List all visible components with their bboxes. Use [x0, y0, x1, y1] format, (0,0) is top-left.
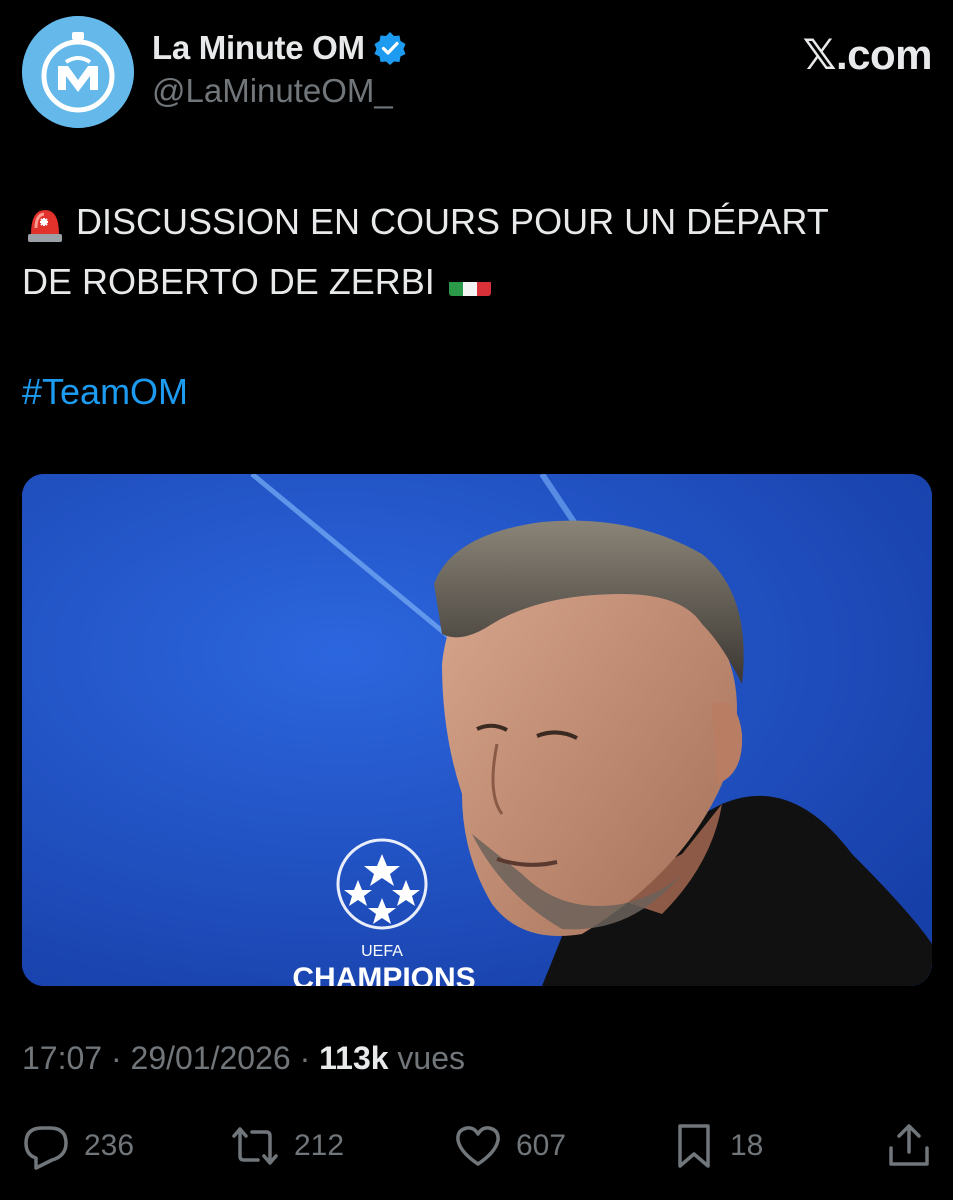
- bookmark-icon: [678, 1124, 710, 1168]
- repost-count: 212: [294, 1129, 345, 1162]
- la-minute-om-logo-icon: [22, 16, 134, 128]
- like-count: 607: [516, 1129, 567, 1162]
- share-icon: [889, 1124, 929, 1166]
- views-count[interactable]: 113k: [319, 1040, 388, 1076]
- bookmark-count: 18: [730, 1129, 764, 1162]
- views-label: vues: [397, 1040, 466, 1076]
- tweet-line-2: DE ROBERTO DE ZERBI: [22, 252, 932, 312]
- tweet-date[interactable]: 29/01/2026: [131, 1040, 291, 1076]
- x-brand-label: 𝕏.com: [802, 30, 933, 79]
- italy-flag-icon: [448, 268, 491, 296]
- police-light-emoji-icon: [22, 202, 68, 242]
- tweet-actions: 236 212 607 18: [22, 1118, 932, 1174]
- tweet-text-line-1: DISCUSSION EN COURS POUR UN DÉPART: [76, 201, 829, 242]
- user-block: La Minute OM @LaMinuteOM_: [152, 26, 407, 110]
- user-handle[interactable]: @LaMinuteOM_: [152, 72, 407, 110]
- share-button[interactable]: [886, 1118, 946, 1174]
- tweet-meta: 17:07 · 29/01/2026 · 113k vues: [22, 1040, 465, 1077]
- tweet-line-1: DISCUSSION EN COURS POUR UN DÉPART: [22, 192, 932, 252]
- bookmark-button[interactable]: 18: [672, 1118, 763, 1174]
- display-name[interactable]: La Minute OM: [152, 29, 365, 67]
- tweet-header: La Minute OM @LaMinuteOM_ 𝕏.com: [22, 16, 933, 128]
- reply-count: 236: [84, 1129, 135, 1162]
- press-conference-photo: UEFA CHAMPIONS: [22, 474, 932, 986]
- heart-icon: [456, 1126, 500, 1166]
- meta-separator: ·: [110, 1040, 122, 1076]
- tweet-media-image[interactable]: UEFA CHAMPIONS: [22, 474, 932, 986]
- hashtag-link[interactable]: #TeamOM: [22, 362, 188, 422]
- avatar[interactable]: [22, 16, 134, 128]
- reply-icon: [24, 1126, 68, 1170]
- reply-button[interactable]: 236: [22, 1118, 134, 1174]
- repost-icon: [232, 1127, 278, 1165]
- like-button[interactable]: 607: [454, 1118, 566, 1174]
- tweet-text-line-2: DE ROBERTO DE ZERBI: [22, 261, 435, 302]
- x-logo-icon: 𝕏: [802, 30, 837, 79]
- display-name-row: La Minute OM: [152, 26, 407, 70]
- uefa-small-label: UEFA: [361, 943, 403, 960]
- brand-domain: .com: [835, 31, 933, 78]
- verified-badge-icon: [373, 31, 407, 65]
- tweet-text: DISCUSSION EN COURS POUR UN DÉPART DE RO…: [22, 192, 932, 312]
- champions-logo-label: CHAMPIONS: [292, 962, 475, 986]
- tweet-time[interactable]: 17:07: [22, 1040, 102, 1076]
- meta-separator-2: ·: [299, 1040, 311, 1076]
- repost-button[interactable]: 212: [230, 1118, 344, 1174]
